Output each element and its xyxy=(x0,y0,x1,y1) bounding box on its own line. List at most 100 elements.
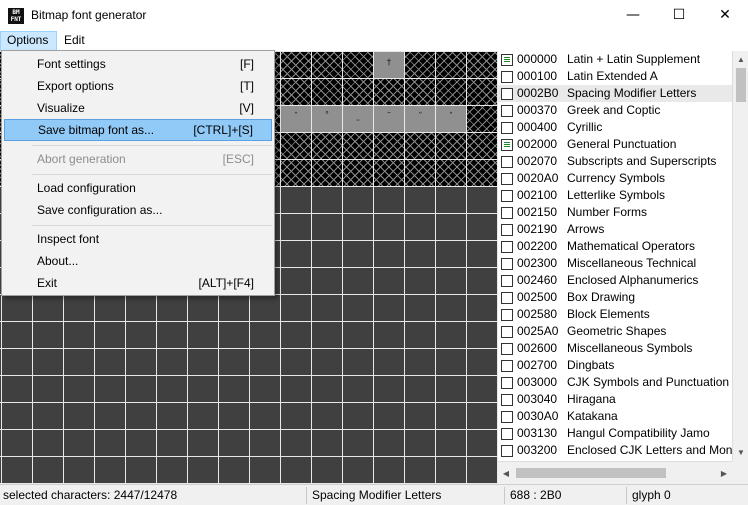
charset-code: 000400 xyxy=(517,120,558,134)
list-item[interactable]: 003000 CJK Symbols and Punctuation xyxy=(498,374,732,391)
menu-item-load-configuration[interactable]: Load configuration xyxy=(4,177,272,199)
menu-item-font-settings[interactable]: Font settings [F] xyxy=(4,53,272,75)
charset-checkbox[interactable] xyxy=(501,275,513,287)
menu-item-shortcut: [CTRL]+[S] xyxy=(193,123,253,137)
charset-name: Number Forms xyxy=(567,205,648,219)
scroll-right-icon[interactable]: ▶ xyxy=(716,465,732,482)
charset-checkbox[interactable] xyxy=(501,258,513,270)
charset-checkbox[interactable] xyxy=(501,428,513,440)
list-item[interactable]: 002100 Letterlike Symbols xyxy=(498,187,732,204)
charset-checkbox[interactable] xyxy=(501,360,513,372)
charset-checkbox[interactable] xyxy=(501,241,513,253)
list-item[interactable]: 002000 General Punctuation xyxy=(498,136,732,153)
menu-item-shortcut: [T] xyxy=(240,79,254,93)
list-item[interactable]: 002190 Arrows xyxy=(498,221,732,238)
charset-name: Hangul Compatibility Jamo xyxy=(567,426,710,440)
charset-checkbox[interactable] xyxy=(501,326,513,338)
glyph-cell[interactable]: † xyxy=(374,52,404,78)
charset-code: 0025A0 xyxy=(517,324,559,338)
charset-checkbox[interactable] xyxy=(501,394,513,406)
menu-separator xyxy=(32,174,272,175)
menu-item-shortcut: [V] xyxy=(239,101,254,115)
menu-item-save-bitmap-font[interactable]: Save bitmap font as... [CTRL]+[S] xyxy=(4,119,272,141)
charset-checkbox[interactable] xyxy=(501,139,513,151)
charset-code: 002100 xyxy=(517,188,558,202)
charset-checkbox[interactable] xyxy=(501,207,513,219)
charset-checkbox[interactable] xyxy=(501,173,513,185)
list-item[interactable]: 002600 Miscellaneous Symbols xyxy=(498,340,732,357)
glyph-cell[interactable]: ˜ xyxy=(374,106,404,132)
menu-item-export-options[interactable]: Export options [T] xyxy=(4,75,272,97)
list-item[interactable]: 000000 Latin + Latin Supplement xyxy=(498,51,732,68)
title-bar: BM FNT Bitmap font generator — ☐ ✕ xyxy=(0,0,748,31)
scroll-left-icon[interactable]: ◀ xyxy=(498,465,514,482)
charset-list[interactable]: 000000 Latin + Latin Supplement 000100 Lat… xyxy=(498,51,732,461)
menu-edit[interactable]: Edit xyxy=(58,31,91,51)
charset-checkbox[interactable] xyxy=(501,190,513,202)
charset-checkbox[interactable] xyxy=(501,88,513,100)
glyph-cell[interactable]: ˟ xyxy=(436,106,466,132)
list-item[interactable]: 000370 Greek and Coptic xyxy=(498,102,732,119)
charset-name: Subscripts and Superscripts xyxy=(567,154,717,168)
menu-item-visualize[interactable]: Visualize [V] xyxy=(4,97,272,119)
list-item[interactable]: 003040 Hiragana xyxy=(498,391,732,408)
list-item[interactable]: 003200 Enclosed CJK Letters and Months xyxy=(498,442,732,459)
list-item[interactable]: 002460 Enclosed Alphanumerics xyxy=(498,272,732,289)
charset-name: Letterlike Symbols xyxy=(567,188,666,202)
list-item[interactable]: 0025A0 Geometric Shapes xyxy=(498,323,732,340)
menu-item-label: Visualize xyxy=(37,101,85,115)
status-selected-characters: selected characters: 2447/12478 xyxy=(0,487,307,504)
list-item[interactable]: 000100 Latin Extended A xyxy=(498,68,732,85)
list-item[interactable]: 002500 Box Drawing xyxy=(498,289,732,306)
menu-item-about[interactable]: About... xyxy=(4,250,272,272)
charset-checkbox[interactable] xyxy=(501,411,513,423)
scroll-thumb-horizontal[interactable] xyxy=(516,468,666,478)
charset-name: Miscellaneous Technical xyxy=(567,256,697,270)
list-item-selected[interactable]: 0002B0 Spacing Modifier Letters xyxy=(498,85,732,102)
menu-options[interactable]: Options xyxy=(0,31,57,51)
charset-checkbox[interactable] xyxy=(501,71,513,83)
list-item[interactable]: 002070 Subscripts and Superscripts xyxy=(498,153,732,170)
list-item[interactable]: 002300 Miscellaneous Technical xyxy=(498,255,732,272)
charset-checkbox[interactable] xyxy=(501,122,513,134)
list-item[interactable]: 0020A0 Currency Symbols xyxy=(498,170,732,187)
scroll-down-icon[interactable]: ▼ xyxy=(733,444,748,461)
menu-item-inspect-font[interactable]: Inspect font xyxy=(4,228,272,250)
charset-checkbox[interactable] xyxy=(501,292,513,304)
charset-checkbox[interactable] xyxy=(501,377,513,389)
charset-code: 002000 xyxy=(517,137,558,151)
menu-item-exit[interactable]: Exit [ALT]+[F4] xyxy=(4,272,272,294)
charset-code: 002700 xyxy=(517,358,558,372)
list-item[interactable]: 0030A0 Katakana xyxy=(498,408,732,425)
list-item[interactable]: 000400 Cyrillic xyxy=(498,119,732,136)
glyph-cell[interactable]: ˚ xyxy=(312,106,342,132)
glyph-cell[interactable]: ˝ xyxy=(405,106,435,132)
charset-checkbox[interactable] xyxy=(501,105,513,117)
list-item[interactable]: 002700 Dingbats xyxy=(498,357,732,374)
charset-checkbox[interactable] xyxy=(501,343,513,355)
charset-checkbox[interactable] xyxy=(501,156,513,168)
horizontal-scrollbar[interactable]: ◀ ▶ xyxy=(498,461,732,484)
charset-code: 002500 xyxy=(517,290,558,304)
maximize-button[interactable]: ☐ xyxy=(656,0,702,31)
charset-checkbox[interactable] xyxy=(501,445,513,457)
menu-item-shortcut: [F] xyxy=(240,57,254,71)
scroll-up-icon[interactable]: ▲ xyxy=(733,51,748,68)
menu-item-save-configuration[interactable]: Save configuration as... xyxy=(4,199,272,221)
list-item[interactable]: 002200 Mathematical Operators xyxy=(498,238,732,255)
list-item[interactable]: 003130 Hangul Compatibility Jamo xyxy=(498,425,732,442)
vertical-scrollbar[interactable]: ▲ ▼ xyxy=(732,51,748,461)
status-bar: selected characters: 2447/12478 Spacing … xyxy=(0,484,748,505)
menu-item-label: Inspect font xyxy=(37,232,100,246)
charset-checkbox[interactable] xyxy=(501,309,513,321)
minimize-button[interactable]: — xyxy=(610,0,656,31)
close-button[interactable]: ✕ xyxy=(702,0,748,31)
scroll-thumb[interactable] xyxy=(736,68,746,102)
glyph-cell[interactable]: ˷ xyxy=(343,106,373,132)
glyph-cell[interactable]: ˆ xyxy=(281,106,311,132)
charset-checkbox[interactable] xyxy=(501,224,513,236)
menu-item-abort-generation: Abort generation [ESC] xyxy=(4,148,272,170)
charset-checkbox[interactable] xyxy=(501,54,513,66)
list-item[interactable]: 002150 Number Forms xyxy=(498,204,732,221)
list-item[interactable]: 002580 Block Elements xyxy=(498,306,732,323)
